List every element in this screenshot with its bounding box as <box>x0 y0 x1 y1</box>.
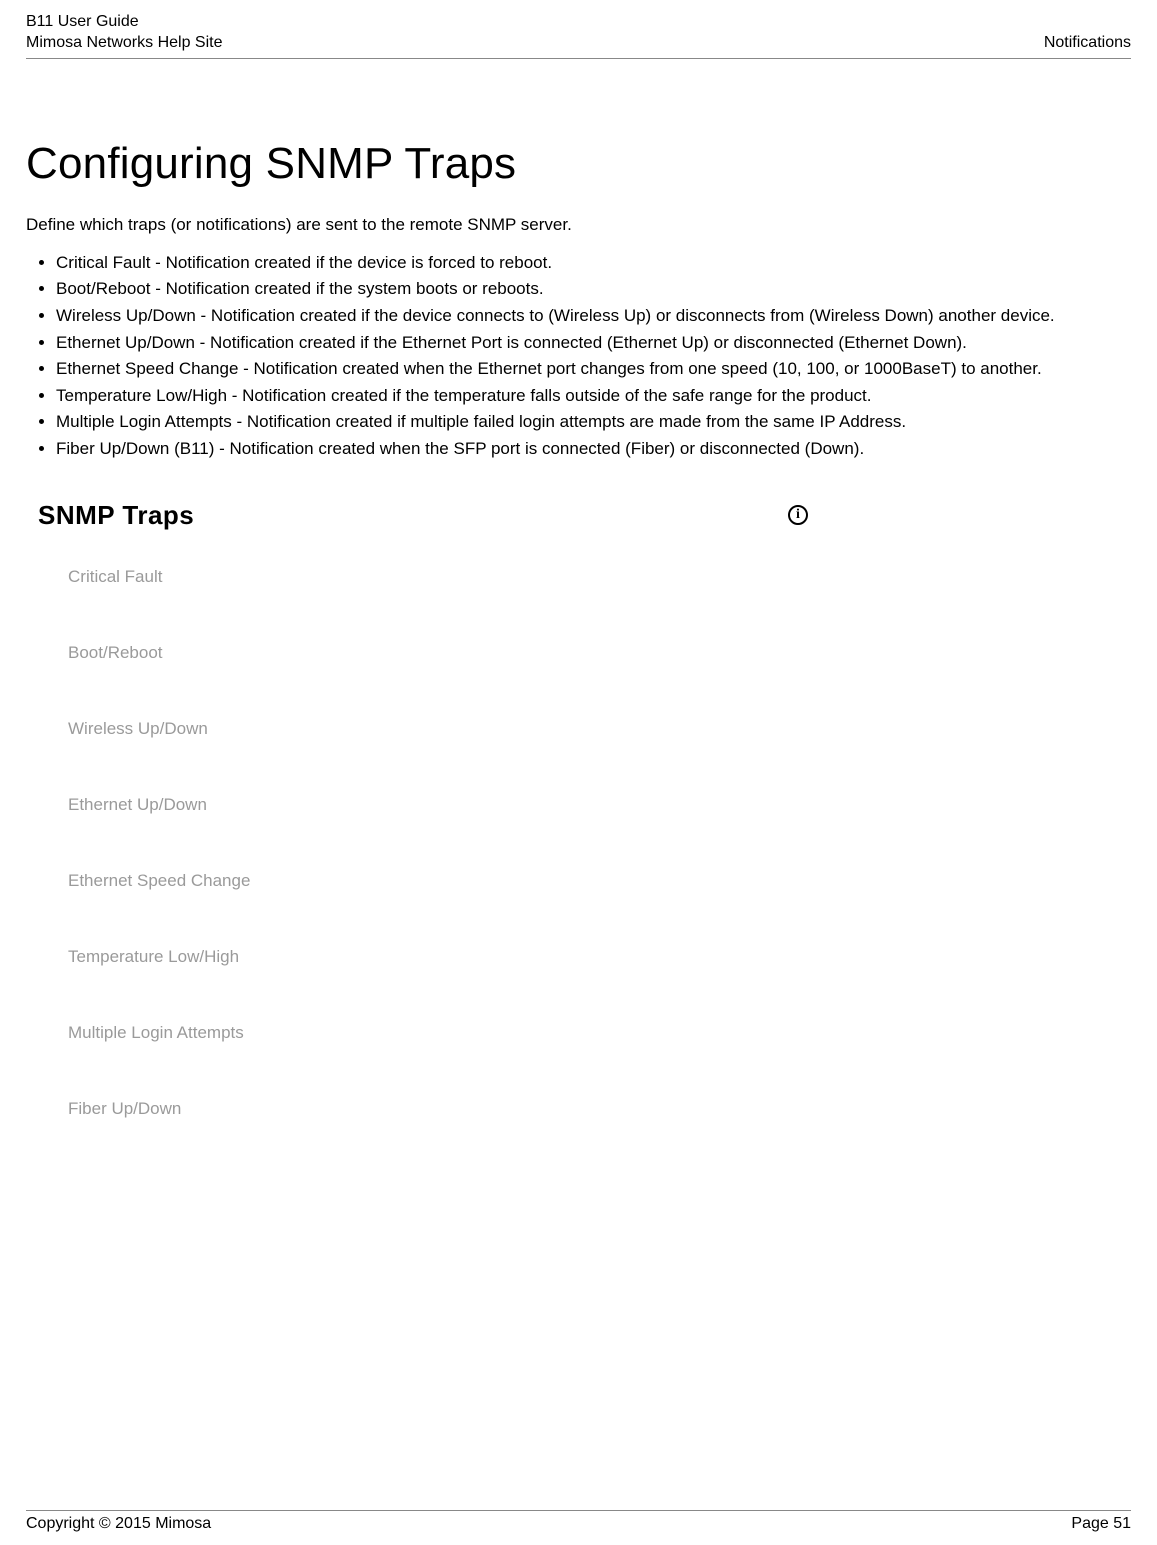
snmp-traps-panel: SNMP Traps i Critical Fault Boot/Reboot … <box>38 500 808 1119</box>
info-icon[interactable]: i <box>788 505 808 525</box>
list-item: Boot/Reboot - Notification created if th… <box>56 277 1131 302</box>
trap-description-list: Critical Fault - Notification created if… <box>26 251 1131 462</box>
intro-paragraph: Define which traps (or notifications) ar… <box>26 215 1131 235</box>
list-item: Wireless Up/Down - Notification created … <box>56 304 1131 329</box>
header-divider <box>26 58 1131 59</box>
trap-options-list: Critical Fault Boot/Reboot Wireless Up/D… <box>38 567 808 1119</box>
header-section-name: Notifications <box>1044 33 1131 54</box>
list-item: Critical Fault - Notification created if… <box>56 251 1131 276</box>
trap-option-temperature[interactable]: Temperature Low/High <box>68 947 808 967</box>
trap-option-multiple-login[interactable]: Multiple Login Attempts <box>68 1023 808 1043</box>
list-item: Multiple Login Attempts - Notification c… <box>56 410 1131 435</box>
page-title: Configuring SNMP Traps <box>26 139 1131 189</box>
panel-title: SNMP Traps <box>38 500 194 531</box>
trap-option-fiber-updown[interactable]: Fiber Up/Down <box>68 1099 808 1119</box>
footer-divider <box>26 1510 1131 1511</box>
trap-option-boot-reboot[interactable]: Boot/Reboot <box>68 643 808 663</box>
header-title-line1: B11 User Guide <box>26 12 223 33</box>
header-title-line2: Mimosa Networks Help Site <box>26 33 223 54</box>
page-header: B11 User Guide Mimosa Networks Help Site… <box>26 12 1131 54</box>
page-number: Page 51 <box>1071 1515 1131 1533</box>
trap-option-wireless-updown[interactable]: Wireless Up/Down <box>68 719 808 739</box>
copyright-text: Copyright © 2015 Mimosa <box>26 1515 211 1533</box>
list-item: Fiber Up/Down (B11) - Notification creat… <box>56 437 1131 462</box>
list-item: Ethernet Up/Down - Notification created … <box>56 331 1131 356</box>
trap-option-critical-fault[interactable]: Critical Fault <box>68 567 808 587</box>
trap-option-ethernet-updown[interactable]: Ethernet Up/Down <box>68 795 808 815</box>
list-item: Ethernet Speed Change - Notification cre… <box>56 357 1131 382</box>
page-footer: Copyright © 2015 Mimosa Page 51 <box>26 1510 1131 1533</box>
trap-option-ethernet-speed[interactable]: Ethernet Speed Change <box>68 871 808 891</box>
list-item: Temperature Low/High - Notification crea… <box>56 384 1131 409</box>
